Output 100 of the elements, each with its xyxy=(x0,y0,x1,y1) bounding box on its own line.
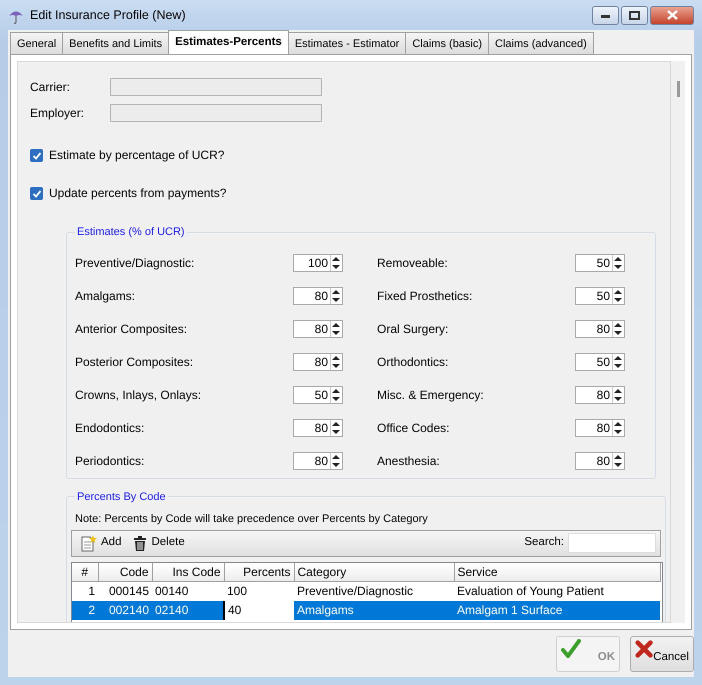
tab[interactable]: Estimates-Percents xyxy=(168,30,289,54)
down-arrow-icon xyxy=(331,428,341,436)
checkbox-label: Estimate by percentage of UCR? xyxy=(49,147,224,164)
up-arrow-icon xyxy=(331,354,341,362)
checkmark-icon xyxy=(32,188,42,198)
field-label: Employer: xyxy=(30,105,86,122)
table-cell: Amalgam 1 Surface xyxy=(454,600,660,620)
field-label: Preventive/Diagnostic: xyxy=(75,255,196,272)
table-cell: 000145 xyxy=(98,582,152,600)
table-cell: 00140 xyxy=(152,582,224,600)
close-icon xyxy=(666,10,678,20)
down-arrow-icon xyxy=(613,395,623,403)
close-button[interactable] xyxy=(650,6,694,24)
field-label: Office Codes: xyxy=(377,420,450,437)
search-label: Search: xyxy=(524,535,564,550)
down-arrow-icon xyxy=(331,329,341,337)
up-arrow-icon xyxy=(331,288,341,296)
column-header[interactable]: Percents xyxy=(224,562,294,582)
trash-icon xyxy=(133,536,148,550)
checkmark-icon xyxy=(32,150,42,160)
number-spinner[interactable]: 50 xyxy=(575,287,625,305)
cancel-button[interactable]: Cancel xyxy=(630,636,694,672)
note-text: Note: Percents by Code will take precedence over Percents by Category xyxy=(75,512,429,527)
up-arrow-icon xyxy=(613,288,623,296)
table-cell: 100 xyxy=(224,582,294,600)
group-title: Percents By Code xyxy=(76,490,167,504)
minimize-button[interactable] xyxy=(592,6,619,24)
x-icon xyxy=(635,638,654,658)
up-arrow-icon xyxy=(613,255,623,263)
field-label: Endodontics: xyxy=(75,420,146,437)
number-spinner[interactable]: 80 xyxy=(293,320,343,338)
tab[interactable]: Benefits and Limits xyxy=(62,32,170,54)
window-title: Edit Insurance Profile (New) xyxy=(30,6,186,24)
up-arrow-icon xyxy=(331,321,341,329)
down-arrow-icon xyxy=(613,296,623,304)
up-arrow-icon xyxy=(613,354,623,362)
field-label: Removeable: xyxy=(377,255,449,272)
up-arrow-icon xyxy=(331,420,341,428)
checkbox[interactable] xyxy=(30,186,43,200)
table-cell: 1 xyxy=(72,582,98,600)
checkbox-label: Update percents from payments? xyxy=(49,185,226,202)
number-spinner[interactable]: 80 xyxy=(575,452,625,470)
number-spinner[interactable]: 80 xyxy=(293,419,343,437)
number-spinner[interactable]: 50 xyxy=(575,254,625,272)
table-cell: 02140 xyxy=(152,600,224,620)
checkbox[interactable] xyxy=(30,148,43,162)
up-arrow-icon xyxy=(331,453,341,461)
delete-button[interactable]: Delete xyxy=(129,534,189,552)
field-label: Oral Surgery: xyxy=(377,321,450,338)
field-label: Periodontics: xyxy=(75,453,146,470)
number-spinner[interactable]: 80 xyxy=(293,287,343,305)
number-spinner[interactable]: 80 xyxy=(575,419,625,437)
field-label: Fixed Prosthetics: xyxy=(377,288,474,305)
table-cell: 2 xyxy=(72,600,98,620)
table-cell: Evaluation of Young Patient xyxy=(454,582,660,600)
tab[interactable]: Claims (basic) xyxy=(405,32,490,54)
field-label: Orthodontics: xyxy=(377,354,450,371)
column-header[interactable]: Code xyxy=(98,562,152,582)
scrollbar[interactable] xyxy=(671,61,685,623)
maximize-icon xyxy=(629,10,640,20)
down-arrow-icon xyxy=(331,395,341,403)
group-title: Estimates (% of UCR) xyxy=(76,225,186,240)
tab[interactable]: Claims (advanced) xyxy=(488,32,594,54)
add-button[interactable]: Add xyxy=(76,534,126,552)
number-spinner[interactable]: 80 xyxy=(575,386,625,404)
checkmark-icon xyxy=(561,638,581,658)
table-cell: Amalgams xyxy=(294,600,454,620)
field-label: Posterior Composites: xyxy=(75,354,194,371)
down-arrow-icon xyxy=(331,296,341,304)
down-arrow-icon xyxy=(331,362,341,370)
up-arrow-icon xyxy=(613,453,623,461)
column-header[interactable]: Ins Code xyxy=(152,562,224,582)
search-field[interactable] xyxy=(568,533,656,553)
field-label: Crowns, Inlays, Onlays: xyxy=(75,387,202,404)
column-header[interactable]: Service xyxy=(454,562,660,582)
input-field[interactable]: 40 xyxy=(224,600,294,620)
column-header[interactable]: # xyxy=(72,562,98,582)
number-spinner[interactable]: 80 xyxy=(293,353,343,371)
maximize-button[interactable] xyxy=(621,6,648,24)
field-label: Anterior Composites: xyxy=(75,321,188,338)
up-arrow-icon xyxy=(331,255,341,263)
number-spinner[interactable]: 100 xyxy=(293,254,343,272)
down-arrow-icon xyxy=(613,362,623,370)
column-header[interactable]: Category xyxy=(294,562,454,582)
field-label: Amalgams: xyxy=(75,288,136,305)
tab[interactable]: General xyxy=(10,32,64,54)
down-arrow-icon xyxy=(613,461,623,469)
number-spinner[interactable]: 80 xyxy=(293,452,343,470)
up-arrow-icon xyxy=(613,387,623,395)
down-arrow-icon xyxy=(613,329,623,337)
tab[interactable]: Estimates - Estimator xyxy=(288,32,406,54)
down-arrow-icon xyxy=(331,461,341,469)
down-arrow-icon xyxy=(613,263,623,271)
number-spinner[interactable]: 50 xyxy=(293,386,343,404)
number-spinner[interactable]: 80 xyxy=(575,320,625,338)
number-spinner[interactable]: 50 xyxy=(575,353,625,371)
document-add-icon xyxy=(80,534,97,552)
field-label: Misc. & Emergency: xyxy=(377,387,485,404)
table-cell: Preventive/Diagnostic xyxy=(294,582,454,600)
up-arrow-icon xyxy=(613,420,623,428)
